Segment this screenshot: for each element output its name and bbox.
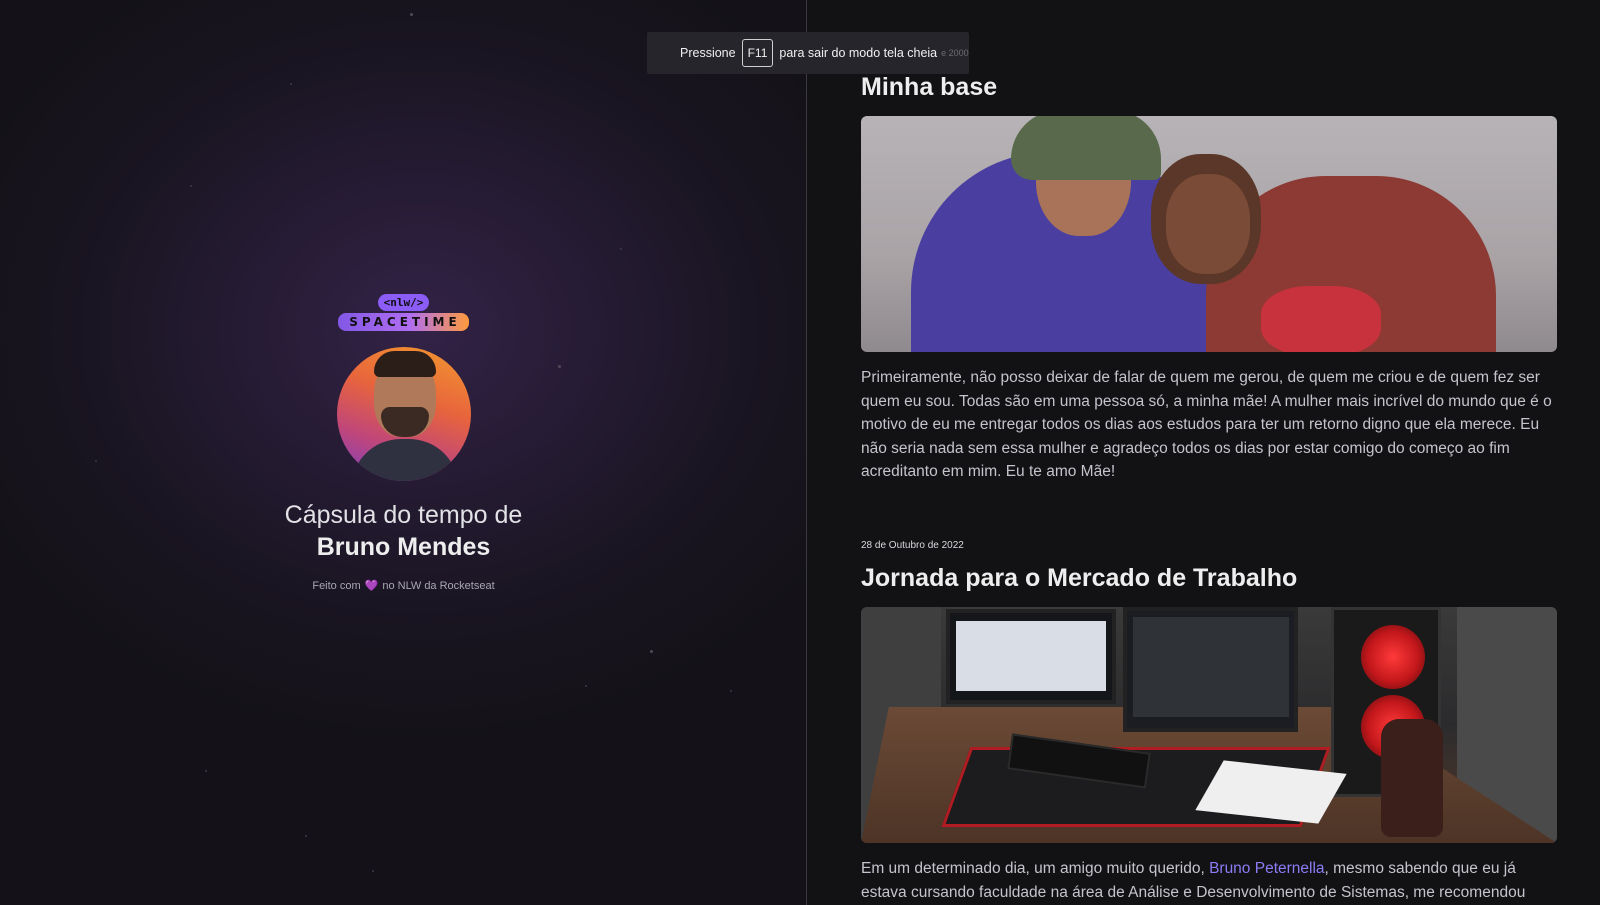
photo-shape <box>1261 286 1381 352</box>
star <box>620 248 622 250</box>
photo-shape <box>1011 116 1161 180</box>
toast-key: F11 <box>741 39 774 67</box>
capsule-title: Cápsula do tempo de <box>284 501 523 529</box>
memory-title: Minha base <box>861 73 998 101</box>
nlw-spacetime-logo: <nlw/> SPACETIME <box>338 294 469 331</box>
star <box>205 770 207 772</box>
star <box>730 690 732 692</box>
memory-text-start: Em um determinado dia, um amigo muito qu… <box>861 860 1210 877</box>
photo-shape <box>1123 607 1298 732</box>
star <box>290 83 292 85</box>
capsule-owner-name: Bruno Mendes <box>316 533 491 561</box>
memory-item: Minha base Primeiramente, não posso deix… <box>861 72 1557 484</box>
memory-image <box>861 116 1557 352</box>
toast-suffix: para sair do modo tela cheia <box>779 46 938 60</box>
memory-item: 28 de Outubro de 2022 Jornada para o Mer… <box>861 540 1557 904</box>
profile-panel: <nlw/> SPACETIME Cápsula do tempo de Bru… <box>0 0 807 905</box>
memory-date: 28 de Outubro de 2022 <box>861 540 964 551</box>
friend-link[interactable]: Bruno Peternella <box>1209 860 1324 877</box>
star <box>650 650 653 653</box>
avatar-body-shape <box>350 439 459 481</box>
memory-text: Em um determinado dia, um amigo muito qu… <box>861 857 1557 904</box>
toast-ghost-text: e 2000 <box>941 48 969 58</box>
star <box>372 870 374 872</box>
memory-image <box>861 607 1557 843</box>
star <box>585 685 587 687</box>
logo-tag: <nlw/> <box>377 294 430 311</box>
memory-text: Primeiramente, não posso deixar de falar… <box>861 369 1552 480</box>
photo-shape <box>946 609 1116 704</box>
toast-prefix: Pressione <box>680 46 736 60</box>
logo-wordmark: SPACETIME <box>338 313 469 331</box>
fullscreen-exit-toast: Pressione F11 para sair do modo tela che… <box>647 32 969 74</box>
avatar <box>336 347 471 481</box>
heart-icon: 💜 <box>364 580 379 592</box>
avatar-hair-shape <box>373 351 436 377</box>
photo-shape <box>1381 719 1443 837</box>
memory-title: Jornada para o Mercado de Trabalho <box>861 564 1298 592</box>
memories-feed[interactable]: Minha base Primeiramente, não posso deix… <box>807 0 1600 905</box>
star <box>190 185 192 187</box>
profile: <nlw/> SPACETIME Cápsula do tempo de Bru… <box>0 294 806 593</box>
star <box>410 13 413 16</box>
made-with-footer: Feito com 💜 no NLW da Rocketseat <box>312 579 495 593</box>
made-prefix: Feito com <box>312 579 361 592</box>
photo-shape <box>1361 625 1425 689</box>
app-root: <nlw/> SPACETIME Cápsula do tempo de Bru… <box>0 0 1600 905</box>
photo-shape <box>1166 174 1250 274</box>
star <box>305 835 307 837</box>
made-suffix: no NLW da Rocketseat <box>382 579 495 592</box>
